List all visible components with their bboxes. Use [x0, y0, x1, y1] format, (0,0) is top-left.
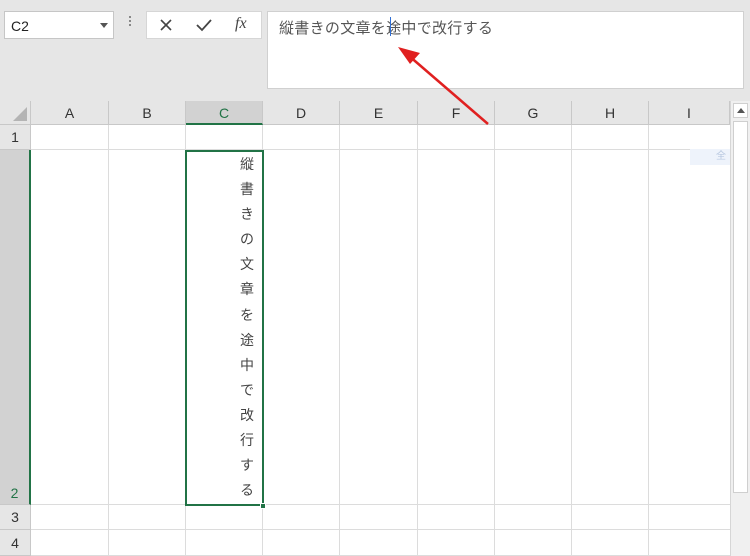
chevron-down-icon[interactable] — [100, 23, 108, 28]
gridline — [648, 125, 649, 556]
text-cursor — [390, 17, 391, 36]
cell-char: 途 — [240, 332, 254, 349]
column-header-h[interactable]: H — [572, 101, 649, 125]
name-box[interactable]: C2 — [4, 11, 114, 39]
row-header-2[interactable]: 2 — [0, 150, 31, 505]
gridline — [31, 149, 730, 150]
gridline — [417, 125, 418, 556]
gridline — [31, 529, 730, 530]
cell-char: 改 — [240, 407, 254, 424]
column-header-e[interactable]: E — [340, 101, 418, 125]
cell-c2-vertical-text: 縦 書 き の 文 章 を 途 中 で 改 行 す る — [232, 153, 262, 504]
gridline — [108, 125, 109, 556]
close-icon — [160, 19, 172, 31]
column-header-a[interactable]: A — [31, 101, 109, 125]
cell-char: 行 — [240, 433, 254, 450]
fx-icon: fx — [235, 15, 247, 32]
scroll-up-button[interactable] — [733, 103, 748, 118]
cell-char: 縦 — [240, 157, 254, 173]
column-header-g[interactable]: G — [495, 101, 572, 125]
cell-char: る — [240, 483, 254, 500]
formula-input[interactable]: 縦書きの文章を途中で改行する — [267, 11, 744, 89]
column-header-b[interactable]: B — [109, 101, 186, 125]
name-box-value: C2 — [11, 18, 29, 34]
more-options-icon[interactable] — [128, 14, 132, 30]
row-header-4[interactable]: 4 — [0, 530, 31, 556]
cell-char: 書 — [240, 182, 254, 199]
vertical-scrollbar[interactable] — [730, 101, 750, 556]
gridline — [31, 504, 730, 505]
gridline — [494, 125, 495, 556]
formula-text: 縦書きの文章を途中で改行する — [279, 19, 494, 37]
cell-char: を — [240, 307, 254, 324]
cell-char: 中 — [240, 357, 254, 374]
enter-button[interactable] — [185, 12, 223, 38]
cell-char: 章 — [240, 282, 254, 299]
cell-char: す — [240, 458, 254, 475]
cell-char: 文 — [240, 257, 254, 274]
cancel-button[interactable] — [147, 12, 185, 38]
column-header-c[interactable]: C — [186, 101, 263, 125]
cell-char: で — [240, 382, 254, 399]
formula-buttons: fx — [146, 11, 262, 39]
fullscreen-tooltip: 全画面 — [690, 149, 730, 165]
scroll-thumb[interactable] — [733, 121, 748, 493]
insert-function-button[interactable]: fx — [225, 12, 263, 38]
spreadsheet-grid: A B C D E F G H I 1 2 3 4 全画面 縦 書 き の 文 … — [0, 101, 730, 556]
formula-bar-area: C2 fx 縦書きの文章を途中で改行する — [0, 0, 750, 101]
select-all-button[interactable] — [0, 101, 31, 125]
column-header-f[interactable]: F — [418, 101, 495, 125]
cell-char: の — [240, 232, 254, 249]
cell-char: き — [240, 207, 254, 224]
column-header-i[interactable]: I — [649, 101, 730, 125]
row-header-1[interactable]: 1 — [0, 125, 31, 150]
gridline — [339, 125, 340, 556]
row-header-3[interactable]: 3 — [0, 505, 31, 530]
check-icon — [196, 19, 212, 32]
column-header-d[interactable]: D — [263, 101, 340, 125]
gridline — [571, 125, 572, 556]
